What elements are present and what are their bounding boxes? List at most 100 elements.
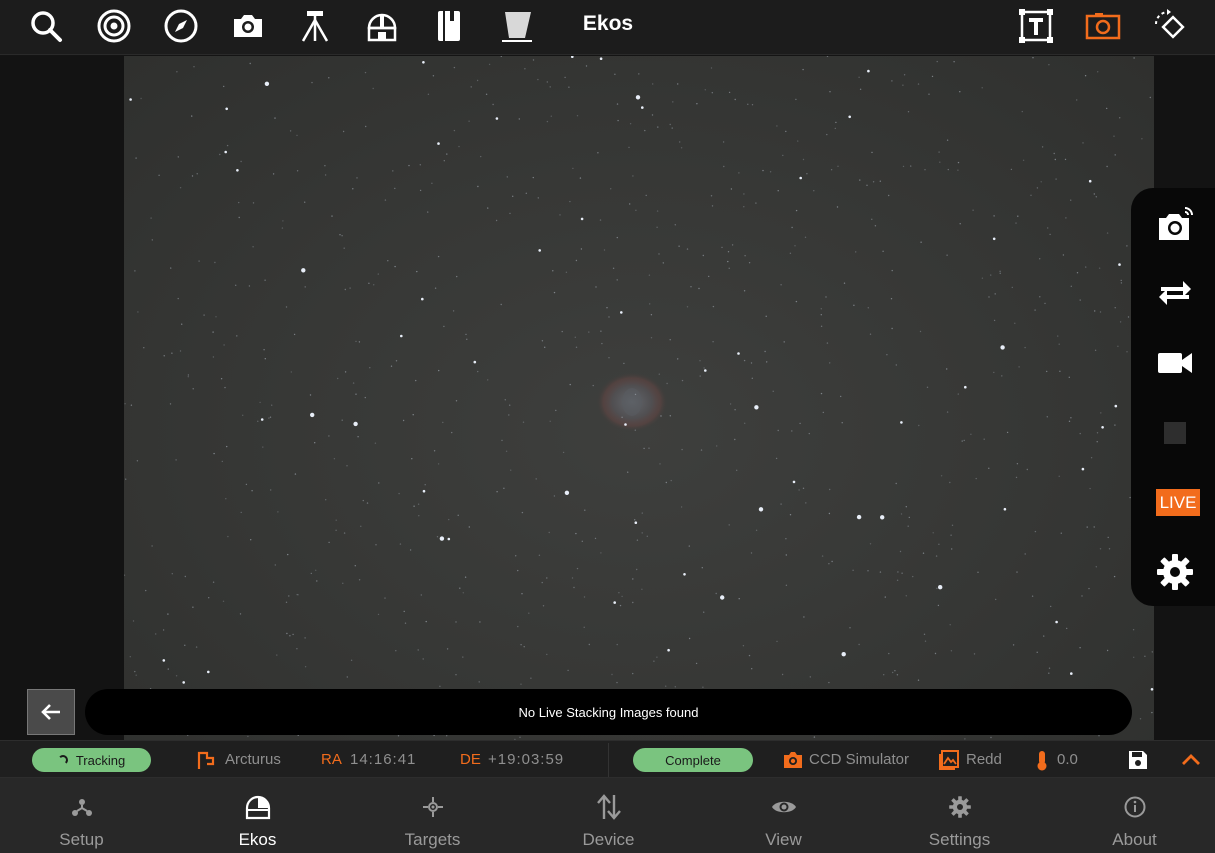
- save-icon[interactable]: [1127, 749, 1149, 771]
- star: [900, 421, 903, 424]
- star: [599, 57, 603, 60]
- star: [518, 118, 520, 120]
- star: [343, 532, 346, 534]
- star: [1106, 107, 1108, 110]
- star: [636, 539, 639, 541]
- star: [600, 552, 602, 554]
- star: [264, 358, 266, 360]
- star: [130, 404, 133, 406]
- star: [951, 524, 954, 526]
- star: [468, 120, 470, 122]
- star: [448, 518, 450, 521]
- star: [395, 360, 398, 362]
- nav-settings[interactable]: Settings: [872, 778, 1047, 853]
- star: [934, 652, 937, 655]
- star: [1030, 194, 1032, 196]
- star: [583, 626, 585, 628]
- chevron-up-icon[interactable]: [1180, 749, 1202, 771]
- star: [681, 448, 683, 451]
- star: [900, 513, 903, 515]
- star: [983, 438, 985, 440]
- star: [665, 685, 667, 687]
- star: [981, 277, 984, 279]
- star: [910, 165, 912, 167]
- star: [1070, 672, 1073, 675]
- star: [848, 115, 851, 119]
- back-button[interactable]: [27, 689, 75, 735]
- image-viewer[interactable]: [0, 56, 1215, 740]
- star: [641, 588, 643, 590]
- star: [431, 182, 433, 184]
- star: [710, 195, 713, 197]
- star: [422, 658, 424, 660]
- star: [1097, 71, 1099, 73]
- nav-device[interactable]: Device: [521, 778, 696, 853]
- star: [859, 179, 861, 181]
- star: [963, 439, 965, 442]
- star: [1046, 416, 1048, 418]
- star: [592, 384, 594, 387]
- star: [734, 438, 736, 441]
- star: [728, 524, 730, 526]
- star: [193, 66, 195, 68]
- target-icon[interactable]: [94, 6, 134, 46]
- observatory-icon[interactable]: [362, 6, 402, 46]
- tracking-status[interactable]: Tracking: [32, 748, 151, 772]
- star: [293, 333, 296, 336]
- star: [416, 270, 418, 273]
- tripod-icon[interactable]: [295, 6, 335, 46]
- star: [1031, 595, 1034, 597]
- remote-capture-icon[interactable]: [1153, 202, 1197, 246]
- star: [892, 671, 894, 674]
- star: [480, 155, 482, 158]
- star: [789, 252, 792, 254]
- video-icon[interactable]: [1153, 341, 1197, 385]
- star: [903, 74, 906, 76]
- star: [1084, 75, 1087, 77]
- star: [495, 219, 498, 222]
- live-button[interactable]: LIVE: [1156, 489, 1200, 516]
- star: [600, 330, 602, 332]
- star: [1093, 526, 1095, 528]
- loop-icon[interactable]: [1153, 271, 1197, 315]
- star: [736, 469, 738, 471]
- star: [520, 683, 522, 685]
- star: [575, 532, 577, 535]
- star: [136, 460, 139, 462]
- nav-view[interactable]: View: [696, 778, 871, 853]
- compass-icon[interactable]: [161, 6, 201, 46]
- nav-ekos[interactable]: Ekos: [170, 778, 345, 853]
- star: [993, 319, 996, 322]
- text-frame-icon[interactable]: [1016, 6, 1056, 46]
- nav-setup[interactable]: Setup: [0, 778, 169, 853]
- capture-complete-status[interactable]: Complete: [633, 748, 753, 772]
- camera-frame-icon[interactable]: [1083, 6, 1123, 46]
- star: [1151, 711, 1153, 714]
- search-icon[interactable]: [26, 6, 66, 46]
- camera-icon[interactable]: [228, 6, 268, 46]
- star: [641, 512, 643, 514]
- notebook-icon[interactable]: [429, 6, 469, 46]
- star: [1054, 158, 1056, 161]
- device-arrows-icon: [596, 794, 621, 820]
- star: [282, 220, 284, 222]
- star: [616, 103, 619, 105]
- stop-icon[interactable]: [1153, 411, 1197, 455]
- star: [285, 306, 288, 308]
- star: [532, 176, 534, 179]
- star: [780, 503, 782, 505]
- star: [608, 357, 610, 359]
- flat-panel-icon[interactable]: [497, 6, 537, 46]
- star: [1086, 526, 1088, 528]
- star: [646, 535, 648, 537]
- star: [772, 390, 774, 392]
- rotate-shape-icon[interactable]: [1150, 6, 1190, 46]
- nav-targets[interactable]: Targets: [345, 778, 520, 853]
- star: [731, 244, 734, 246]
- star: [743, 193, 745, 195]
- nav-about[interactable]: About: [1047, 778, 1215, 853]
- gear-icon[interactable]: [1153, 550, 1197, 594]
- star: [424, 484, 426, 486]
- star-field-image: [124, 56, 1154, 740]
- star: [1057, 335, 1059, 337]
